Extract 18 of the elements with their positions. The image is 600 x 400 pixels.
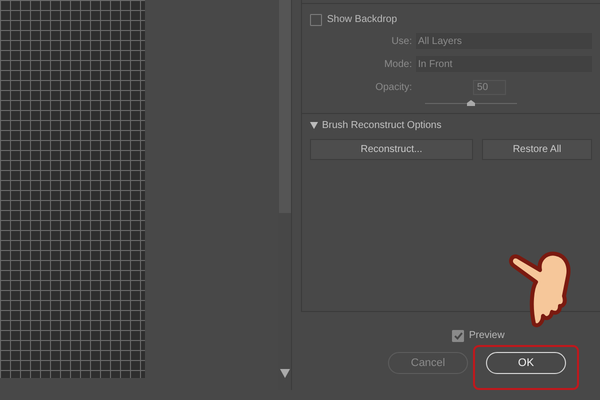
field-label: Opacity: bbox=[374, 80, 413, 94]
panel-button[interactable]: Reconstruct... bbox=[310, 139, 473, 160]
dialog-button[interactable]: Cancel bbox=[388, 352, 468, 374]
checkbox[interactable] bbox=[452, 330, 464, 342]
checkmark-icon bbox=[454, 332, 462, 340]
field-label: Use: bbox=[390, 34, 413, 48]
checkbox-label: Preview bbox=[469, 329, 505, 343]
checkbox[interactable] bbox=[310, 14, 322, 26]
section-title: Brush Reconstruct Options bbox=[322, 119, 442, 133]
opacity-slider[interactable] bbox=[425, 99, 517, 107]
panel-button[interactable]: Restore All bbox=[482, 139, 592, 160]
field-label: Mode: bbox=[383, 58, 413, 72]
checkbox-label: Show Backdrop bbox=[327, 13, 398, 27]
down-arrow-icon[interactable] bbox=[280, 368, 290, 378]
expanded-triangle-icon[interactable] bbox=[310, 122, 318, 129]
dialog-button[interactable]: OK bbox=[486, 352, 566, 374]
scrollbar-thumb[interactable] bbox=[278, 0, 290, 213]
scrollbar[interactable] bbox=[278, 0, 292, 390]
